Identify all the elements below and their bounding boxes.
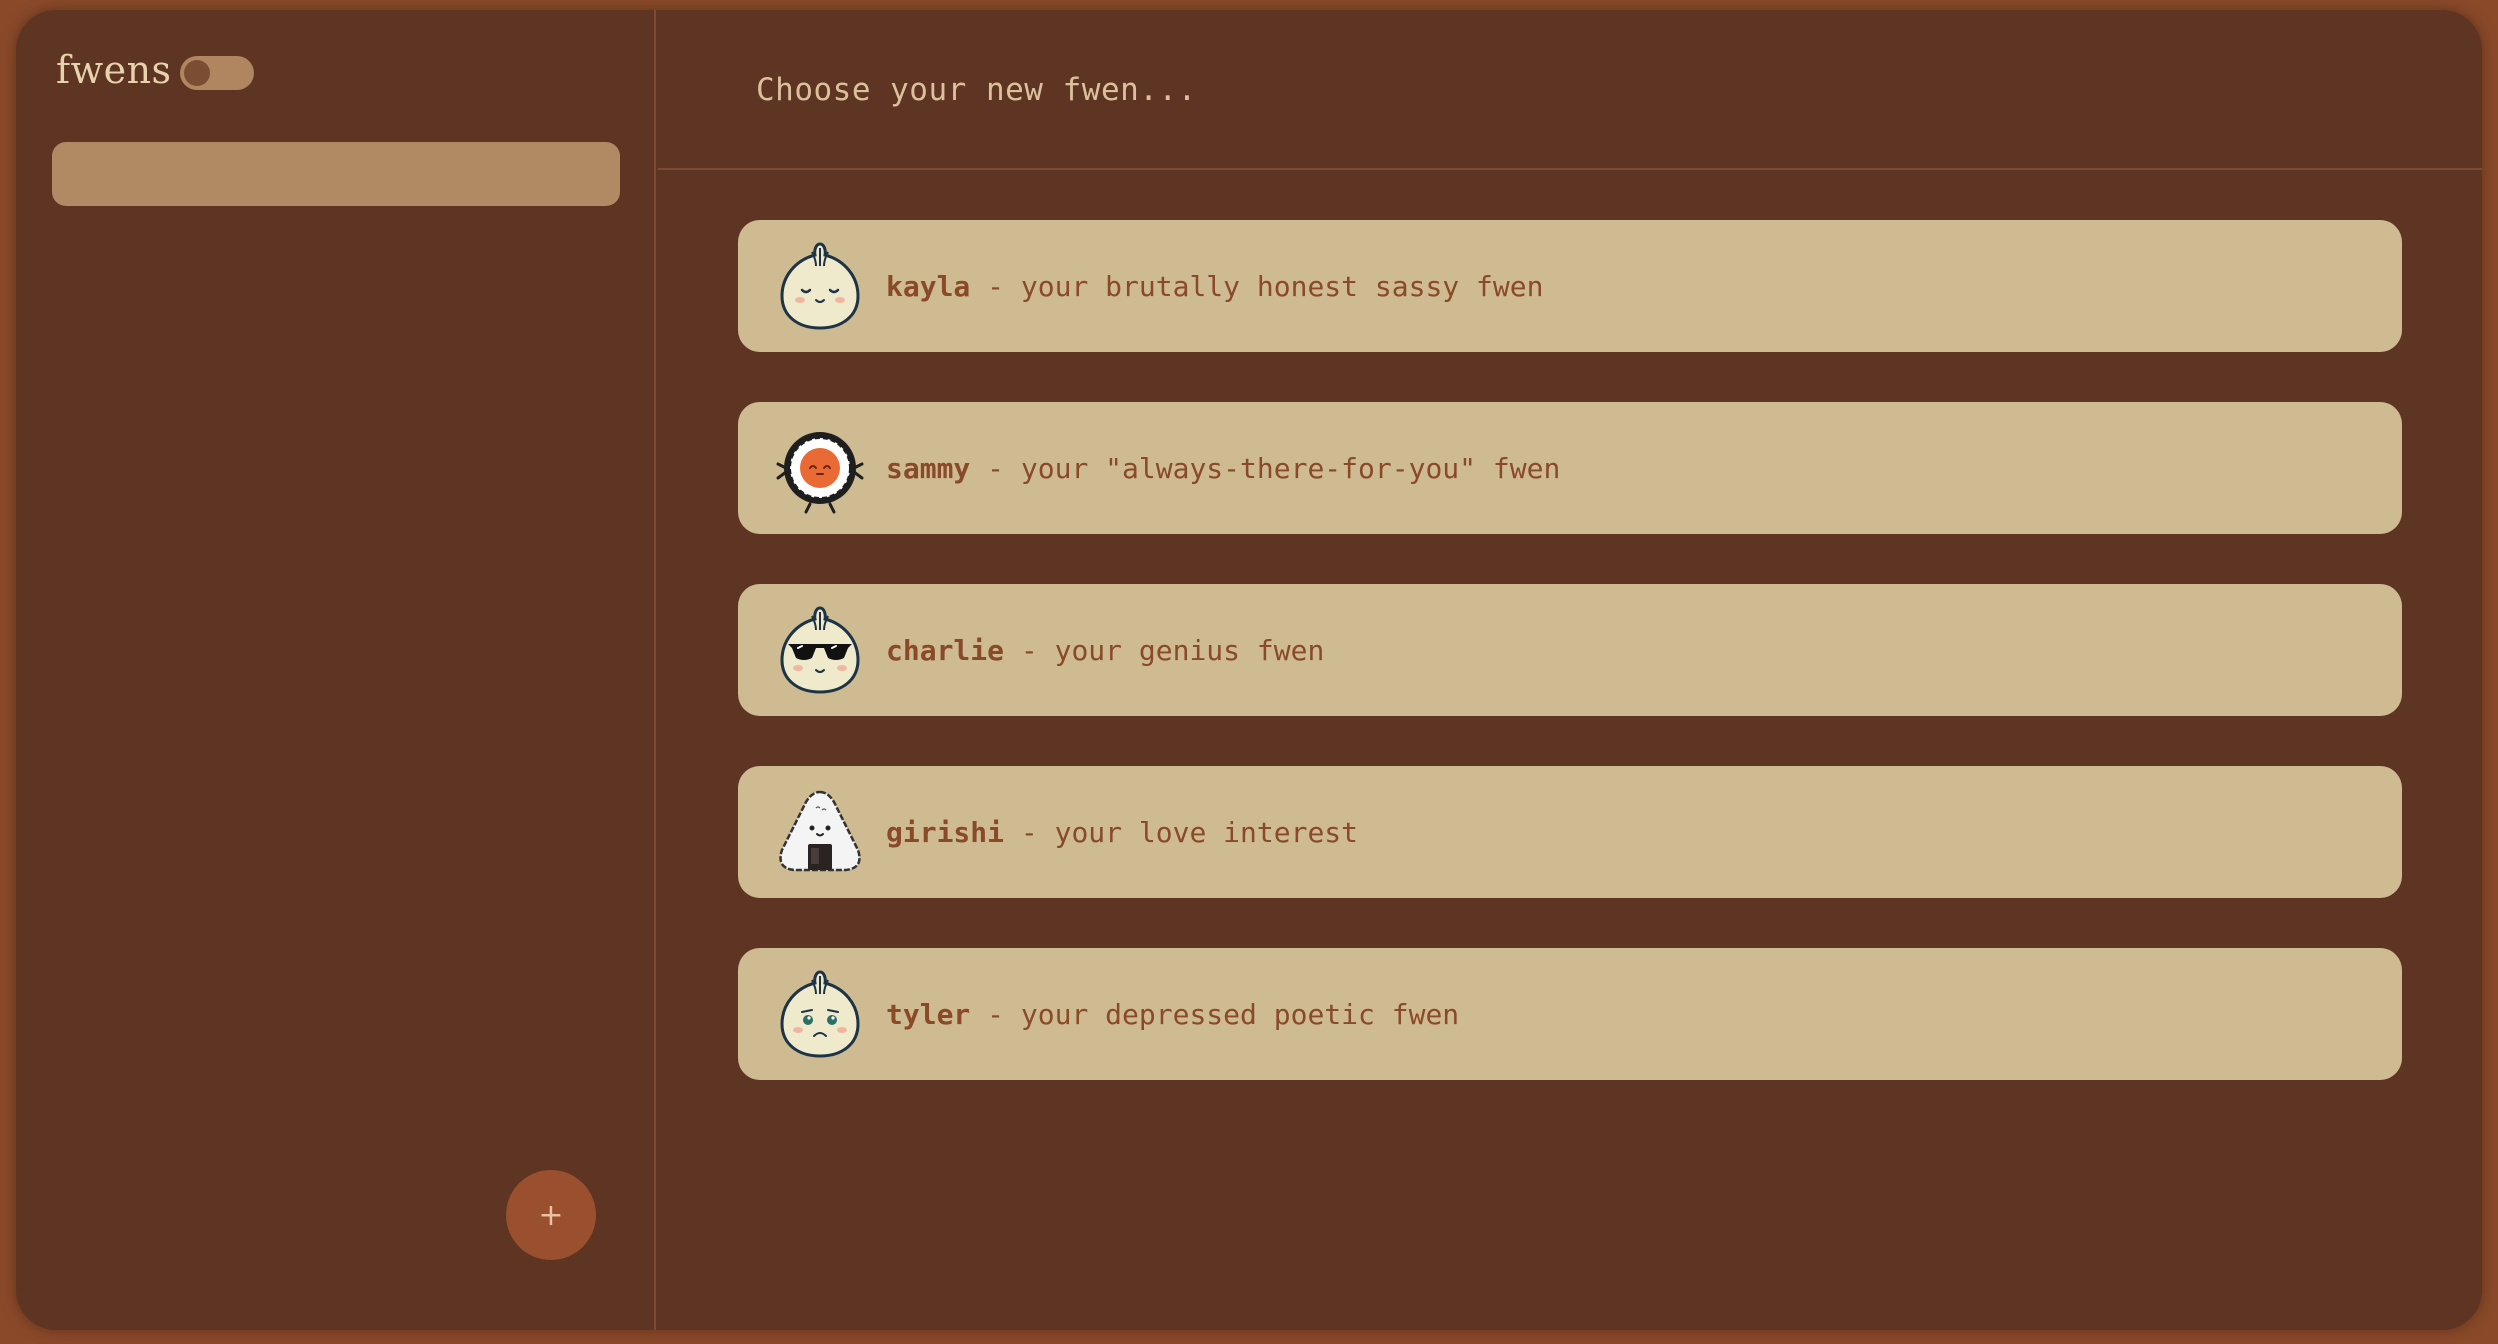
fwen-card-text: girishi - your love interest [886, 816, 1358, 849]
fwen-name: tyler [886, 997, 971, 1031]
fwen-card-text: sammy - your "always-there-for-you" fwen [886, 452, 1560, 485]
onigiri-icon [779, 790, 861, 872]
fwen-card-girishi[interactable]: girishi - your love interest [738, 766, 2402, 898]
page-title: Choose your new fwen... [756, 72, 1197, 108]
fwen-description: - your brutally honest sassy fwen [970, 269, 1544, 303]
sunglasses-bun-icon [780, 606, 860, 694]
fwen-description: - your depressed poetic fwen [970, 997, 1460, 1031]
fwen-name: charlie [886, 633, 1005, 667]
fwen-name: sammy [886, 451, 971, 485]
fwen-card-kayla[interactable]: kayla - your brutally honest sassy fwen [738, 220, 2402, 352]
fwen-name: kayla [886, 269, 971, 303]
sidebar-search-input[interactable] [52, 142, 620, 206]
app-window: fwens + Choose your new fwen... kayla - … [16, 10, 2482, 1330]
sad-bun-icon [780, 970, 860, 1058]
sidebar: fwens + [16, 10, 656, 1330]
fwen-card-text: kayla - your brutally honest sassy fwen [886, 270, 1543, 303]
fwen-list: kayla - your brutally honest sassy fwen … [738, 220, 2402, 1130]
fwen-card-text: tyler - your depressed poetic fwen [886, 998, 1459, 1031]
add-fwen-button[interactable]: + [506, 1170, 596, 1260]
brand-title: fwens [56, 48, 172, 92]
fwen-card-sammy[interactable]: sammy - your "always-there-for-you" fwen [738, 402, 2402, 534]
fwen-description: - your "always-there-for-you" fwen [970, 451, 1561, 485]
fwen-name: girishi [886, 815, 1005, 849]
theme-toggle[interactable] [180, 56, 254, 90]
fwen-card-charlie[interactable]: charlie - your genius fwen [738, 584, 2402, 716]
main-panel: Choose your new fwen... kayla - your bru… [658, 10, 2482, 1330]
header: Choose your new fwen... [658, 10, 2482, 170]
sassy-bun-icon [780, 242, 860, 330]
toggle-knob [184, 60, 210, 86]
fwen-card-text: charlie - your genius fwen [886, 634, 1324, 667]
sushi-roll-icon [776, 432, 864, 514]
fwen-description: - your genius fwen [1004, 633, 1325, 667]
fwen-card-tyler[interactable]: tyler - your depressed poetic fwen [738, 948, 2402, 1080]
fwen-description: - your love interest [1004, 815, 1359, 849]
